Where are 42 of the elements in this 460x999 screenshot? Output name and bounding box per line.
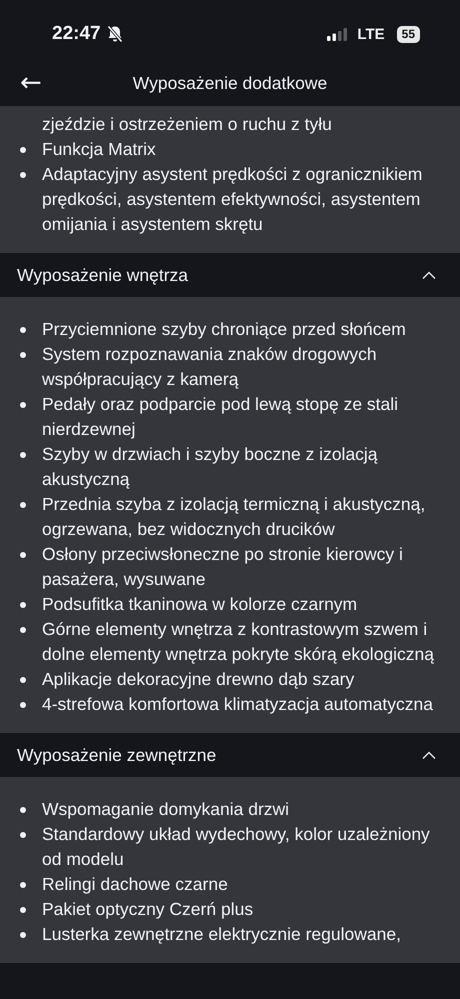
list-item: Przyciemnione szyby chroniące przed słońcem (42, 318, 406, 341)
list-item: 4-strefowa komfortowa klimatyzacja automatyczna (42, 693, 433, 716)
list-item: Podsufitka tkaninowa w kolorze czarnym (42, 593, 358, 616)
bullet-icon (20, 832, 26, 838)
list-item: Aplikacje dekoracyjne drewno dąb szary (42, 668, 354, 691)
bullet-icon (20, 502, 26, 508)
bullet-icon (20, 807, 26, 813)
list-item: Funkcja Matrix (42, 138, 156, 161)
bullet-icon (20, 352, 26, 358)
list-item: Relingi dachowe czarne (42, 873, 228, 896)
bullet-icon (20, 627, 26, 633)
bullet-icon (20, 932, 26, 938)
page-title: Wyposażenie dodatkowe (132, 72, 328, 94)
list-item: Osłony przeciwsłoneczne po stronie kierowcy i pasażera, wysuwane (42, 543, 404, 591)
bullet-icon (20, 677, 26, 683)
list-item: Standardowy układ wydechowy, kolor uzależniony od modelu (42, 823, 431, 871)
list-item: Przednia szyba z izolacją termiczną i akustyczną, ogrzewana, bez widocznych drucików (42, 493, 426, 541)
list-item: Pedały oraz podparcie pod lewą stopę ze stali nierdzewnej (42, 393, 400, 441)
bullet-icon (20, 402, 26, 408)
bell-muted-icon (106, 25, 123, 43)
list-item: zjeździe i ostrzeżeniem o ruchu z tyłu (42, 113, 332, 136)
bullet-icon (20, 327, 26, 333)
bullet-icon (20, 552, 26, 558)
list-item: Górne elementy wnętrza z kontrastowym szwem i dolne elementy wnętrza pokryte skórą ekologiczną (42, 618, 436, 666)
list-item: Lusterka zewnętrzne elektrycznie regulowane, (42, 923, 401, 946)
list-item: Adaptacyjny asystent prędkości z ogranicznikiem prędkości, asystentem efektywności, asystentem omijania i asystentem skrętu (42, 163, 424, 236)
bullet-icon (20, 702, 26, 708)
bullet-icon (20, 602, 26, 608)
battery-level: 55 (396, 26, 420, 42)
list-item: System rozpoznawania znaków drogowych współpracujący z kamerą (42, 343, 378, 391)
bullet-icon (20, 907, 26, 913)
list-item: Szyby w drzwiach i szyby boczne z izolacją akustyczną (42, 443, 379, 491)
bullet-icon (20, 882, 26, 888)
network-type: LTE (357, 26, 385, 42)
list-item: Pakiet optyczny Czerń plus (42, 898, 254, 921)
bullet-icon (20, 452, 26, 458)
chevron-icon (422, 751, 436, 759)
list-item: Wspomaganie domykania drzwi (42, 798, 290, 821)
back-button[interactable]: ← (20, 70, 42, 96)
chevron-icon (422, 271, 436, 279)
signal-icon (327, 28, 348, 40)
status-time: 22:47 (52, 23, 101, 45)
